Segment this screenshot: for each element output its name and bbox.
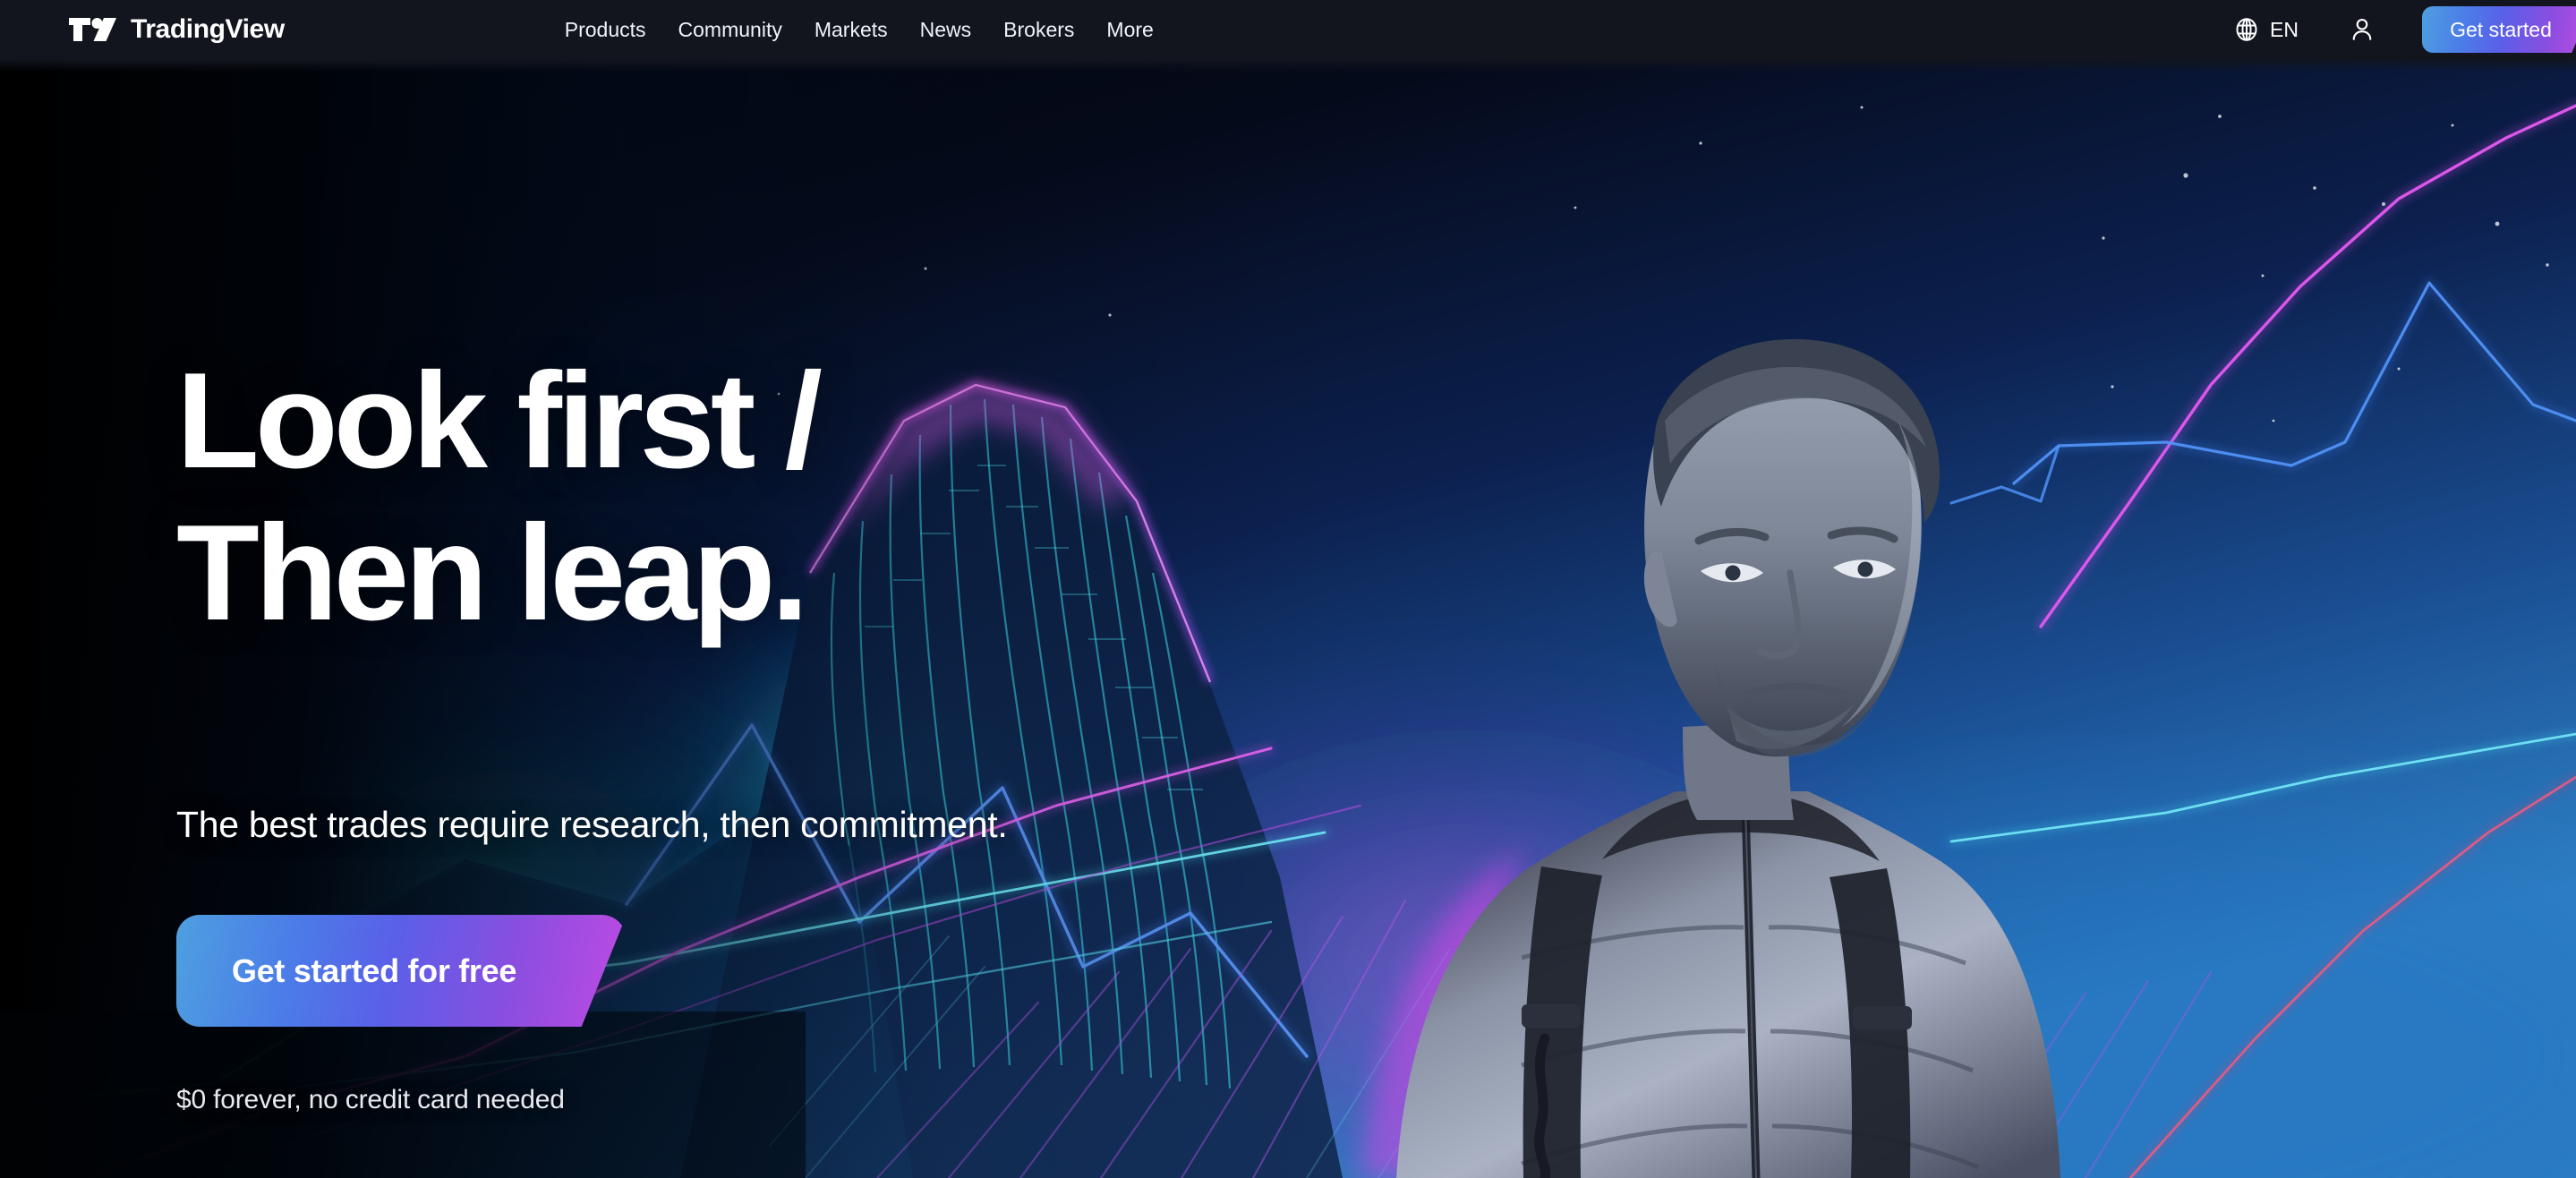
nav-item-markets[interactable]: Markets	[798, 11, 904, 49]
header-actions: EN Get started	[2226, 0, 2576, 59]
globe-icon	[2236, 18, 2257, 41]
get-started-button[interactable]: Get started	[2422, 6, 2576, 53]
language-switcher[interactable]: EN	[2226, 11, 2306, 48]
nav-item-more[interactable]: More	[1090, 11, 1169, 49]
hero-headline-line1: Look first /	[176, 345, 823, 497]
hero-section: Look first / Then leap. The best trades …	[0, 0, 1343, 1178]
hero-subheadline: The best trades require research, then c…	[176, 804, 1008, 845]
get-started-label: Get started	[2450, 17, 2552, 41]
nav-item-products[interactable]: Products	[549, 11, 662, 49]
user-icon	[2352, 18, 2372, 40]
tradingview-homepage: TradingView Products Community Markets N…	[0, 0, 2576, 1178]
get-started-for-free-label: Get started for free	[232, 952, 517, 989]
get-started-for-free-button[interactable]: Get started for free	[176, 915, 627, 1027]
site-header: TradingView Products Community Markets N…	[0, 0, 2576, 72]
nav-item-community[interactable]: Community	[662, 11, 798, 49]
tradingview-logo-mark	[69, 18, 116, 41]
language-code: EN	[2270, 17, 2299, 41]
user-account-button[interactable]	[2343, 11, 2381, 48]
brand-name: TradingView	[131, 14, 285, 44]
hero-fineprint: $0 forever, no credit card needed	[176, 1085, 565, 1114]
main-navigation: Products Community Markets News Brokers …	[549, 11, 1170, 49]
brand-logo[interactable]: TradingView	[69, 15, 285, 44]
nav-item-news[interactable]: News	[904, 11, 988, 49]
hero-cta-wrapper: Get started for free	[176, 915, 627, 1031]
nav-item-brokers[interactable]: Brokers	[987, 11, 1090, 49]
hero-headline: Look first / Then leap.	[176, 353, 823, 649]
hero-headline-line2: Then leap.	[176, 497, 809, 649]
